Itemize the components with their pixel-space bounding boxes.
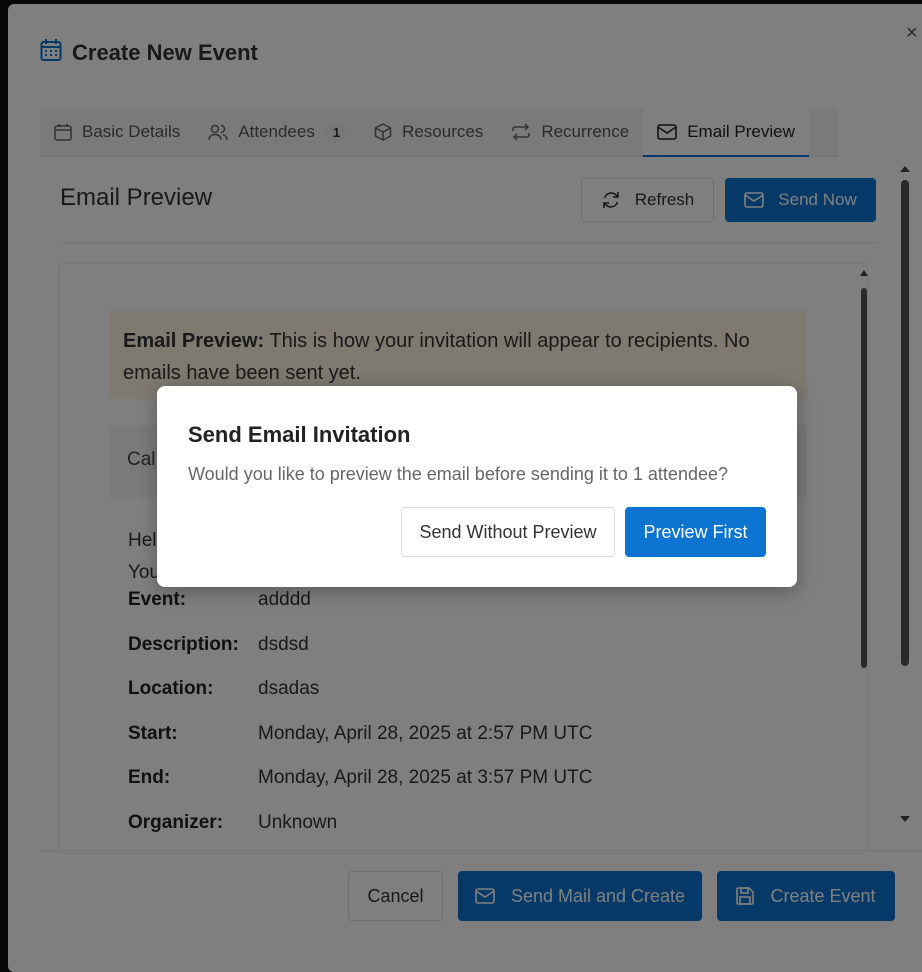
send-without-preview-button[interactable]: Send Without Preview — [401, 507, 615, 557]
preview-first-button[interactable]: Preview First — [625, 507, 766, 557]
send-email-dialog: Send Email Invitation Would you like to … — [157, 386, 797, 587]
dialog-message: Would you like to preview the email befo… — [188, 464, 728, 484]
dialog-title: Send Email Invitation — [188, 422, 411, 447]
